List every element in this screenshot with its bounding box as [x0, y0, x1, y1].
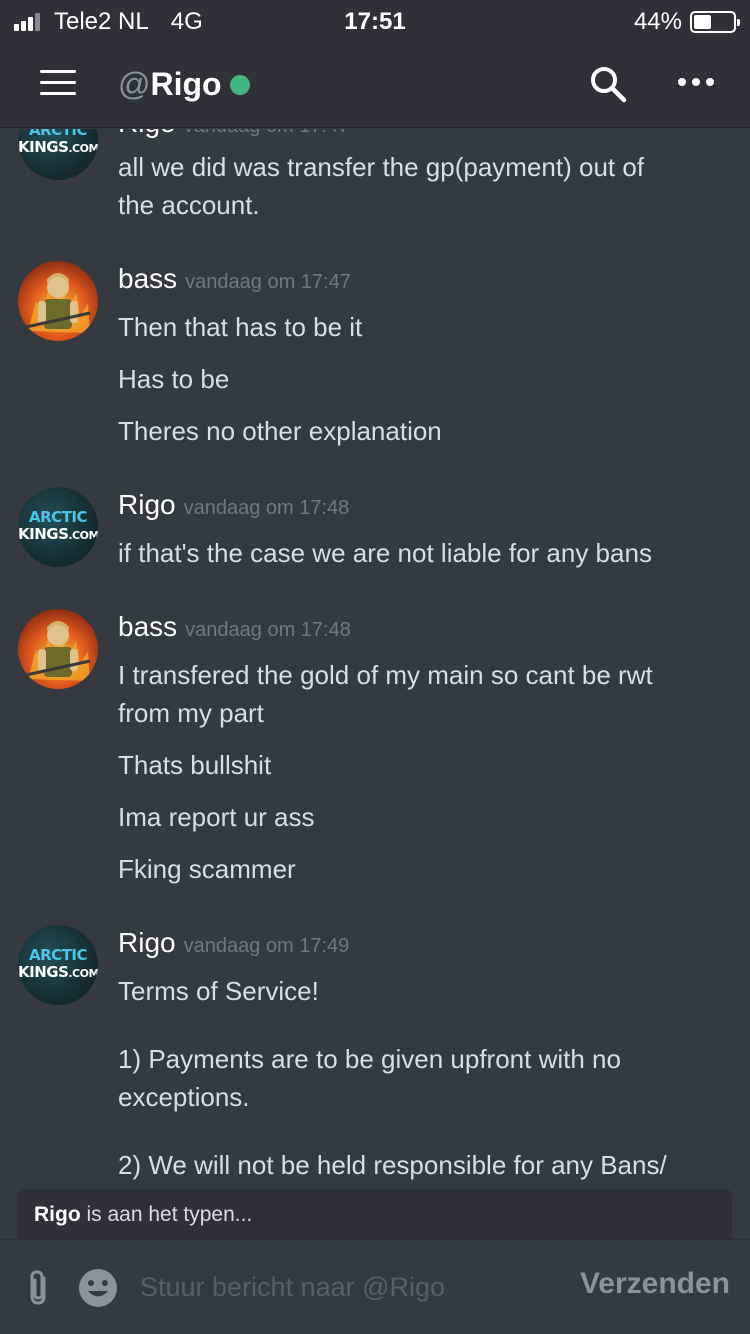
message-list: ARCTICKINGS.COM Rigo vandaag om 17:47 al…	[0, 129, 750, 1189]
message-text: Theres no other explanation	[118, 416, 442, 446]
emoji-icon[interactable]	[78, 1268, 118, 1308]
message-text: from my part	[118, 698, 264, 728]
message-author-row: Rigo vandaag om 17:47	[118, 129, 349, 139]
message-author[interactable]: Rigo	[118, 927, 176, 959]
battery-icon	[690, 11, 740, 33]
message-text: Terms of Service!	[118, 976, 319, 1006]
avatar-text-arctic: ARCTIC	[29, 508, 88, 526]
message-timestamp: vandaag om 17:49	[183, 935, 350, 957]
message-timestamp: vandaag om 17:47	[185, 271, 351, 293]
message-text: 1) Payments are to be given upfront with…	[118, 1044, 621, 1074]
message-text: Has to be	[118, 364, 230, 394]
more-options-icon[interactable]	[678, 78, 714, 88]
avatar-rigo[interactable]: ARCTIC KINGS.COM	[18, 487, 98, 567]
avatar-text-kings: KINGS	[18, 525, 69, 543]
avatar-rigo[interactable]: ARCTIC KINGS.COM	[18, 925, 98, 1005]
avatar-text-com: .COM	[68, 967, 98, 980]
status-bar: Tele2 NL 4G 17:51 44%	[0, 0, 750, 40]
message-text: all we did was transfer the gp(payment) …	[118, 152, 645, 182]
message-author[interactable]: bass	[118, 263, 177, 295]
avatar-rigo[interactable]: ARCTIC KINGS.COM	[18, 129, 98, 180]
typing-indicator: Rigo is aan het typen...	[18, 1189, 732, 1239]
message-text: Then that has to be it	[118, 312, 363, 342]
message-text: Fking scammer	[118, 854, 296, 884]
avatar-text-kings: KINGS	[18, 963, 69, 981]
message-text: Ima report ur ass	[118, 802, 315, 832]
avatar-bass[interactable]	[18, 261, 98, 341]
character-portrait-icon	[25, 621, 91, 681]
avatar-text-arctic: ARCTIC	[29, 946, 88, 964]
dm-username: Rigo	[150, 66, 222, 102]
message-author[interactable]: Rigo	[118, 129, 176, 139]
message-composer: Verzenden	[0, 1239, 750, 1334]
typing-user: Rigo	[34, 1203, 81, 1226]
message-author[interactable]: bass	[118, 611, 177, 643]
message-timestamp: vandaag om 17:47	[184, 129, 350, 138]
hamburger-menu-icon[interactable]	[40, 70, 76, 96]
message-text: 2) We will not be held responsible for a…	[118, 1150, 667, 1180]
message-text: I transfered the gold of my main so cant…	[118, 660, 653, 690]
status-right: 44%	[633, 8, 740, 36]
message-author[interactable]: Rigo	[118, 489, 176, 521]
message-timestamp: vandaag om 17:48	[185, 619, 351, 641]
paperclip-icon[interactable]	[24, 1268, 54, 1308]
message-author-row: bass vandaag om 17:47	[118, 263, 351, 295]
message-text: Thats bullshit	[118, 750, 272, 780]
battery-fill	[694, 15, 711, 29]
message-text: exceptions.	[118, 1082, 250, 1112]
dm-title: @ Rigo	[118, 66, 250, 103]
search-icon[interactable]	[588, 64, 628, 104]
online-status-indicator	[229, 74, 250, 95]
message-text: if that's the case we are not liable for…	[118, 538, 652, 568]
character-portrait-icon	[25, 273, 91, 333]
battery-percent: 44%	[633, 8, 682, 35]
typing-text: is aan het typen...	[80, 1203, 253, 1226]
avatar-bass[interactable]	[18, 609, 98, 689]
message-author-row: bass vandaag om 17:48	[118, 611, 351, 643]
avatar-text-com: .COM	[68, 529, 98, 542]
chat-header: @ Rigo	[0, 40, 750, 128]
message-author-row: Rigo vandaag om 17:49	[118, 927, 349, 959]
at-symbol: @	[118, 66, 151, 102]
message-author-row: Rigo vandaag om 17:48	[118, 489, 349, 521]
message-text: the account.	[118, 190, 260, 220]
message-timestamp: vandaag om 17:48	[183, 497, 350, 519]
message-input[interactable]	[140, 1262, 540, 1312]
avatar-text-com: .COM	[68, 142, 98, 155]
avatar-text-kings: KINGS	[18, 138, 69, 156]
send-button[interactable]: Verzenden	[580, 1267, 730, 1301]
